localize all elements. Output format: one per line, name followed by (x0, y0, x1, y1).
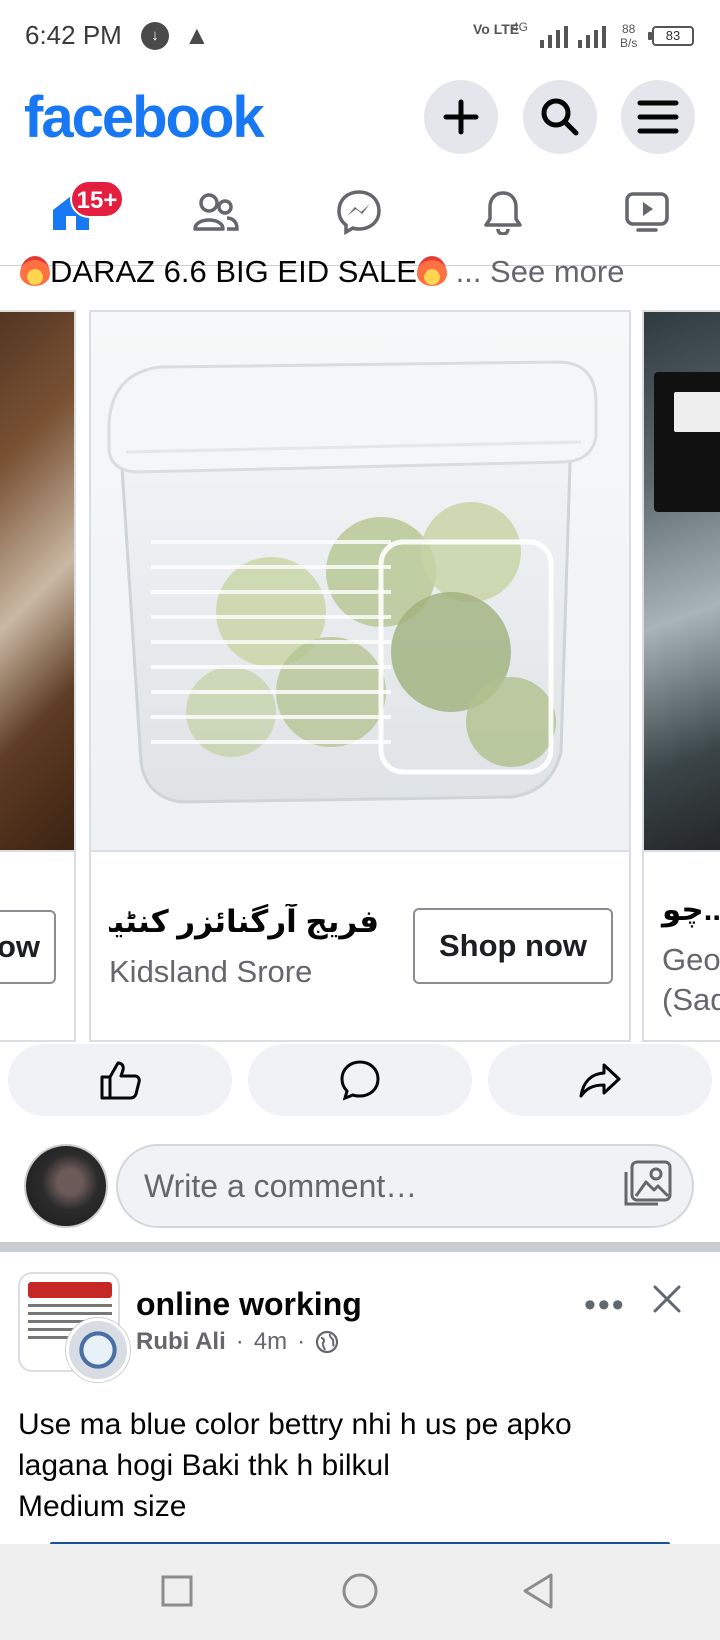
friends-icon (193, 193, 239, 231)
group-name[interactable]: online working (136, 1286, 362, 1323)
avatar[interactable] (66, 1318, 130, 1382)
fire-icon (416, 256, 447, 286)
author-name[interactable]: Rubi Ali (136, 1328, 226, 1356)
product-box-label (674, 392, 720, 432)
more-options-icon[interactable]: ••• (584, 1286, 626, 1325)
status-bar: 6:42 PM ↓ ▲ Vo LTE 4G 88 B/s 83 (0, 0, 720, 72)
video-icon (625, 192, 669, 232)
comment-icon (340, 1060, 380, 1101)
ad-post-caption: DARAZ 6.6 BIG EID SALE (50, 254, 417, 289)
signal-icon (540, 24, 606, 48)
tab-watch[interactable] (612, 182, 682, 242)
create-button[interactable] (424, 80, 498, 154)
product-title: فریج آرگنائزر کنٹین... (109, 904, 379, 939)
post-time[interactable]: 4m (254, 1328, 287, 1356)
notification-badge: 15+ (70, 180, 124, 218)
network-speed-unit: B/s (620, 36, 638, 50)
nav-bar: 15+ (0, 168, 720, 266)
home-circle-icon[interactable] (340, 1571, 380, 1611)
like-button[interactable] (8, 1044, 232, 1116)
see-more-link[interactable]: ... See more (456, 254, 625, 289)
menu-button[interactable] (621, 80, 695, 154)
post-actions (0, 1044, 720, 1120)
bell-icon (484, 191, 522, 235)
close-icon[interactable] (650, 1282, 684, 1316)
carousel-card[interactable]: چو... Geo (Sad (642, 310, 720, 1042)
facebook-logo: facebook (24, 85, 265, 150)
app-header: facebook (0, 72, 720, 168)
messenger-icon (337, 190, 381, 235)
product-store: Kidsland Srore (109, 954, 313, 989)
product-store-detail: (Sad (662, 982, 720, 1017)
product-image (91, 312, 629, 852)
status-time: 6:42 PM (25, 20, 122, 50)
tab-messenger[interactable] (324, 182, 394, 242)
shop-now-button[interactable]: ow (0, 910, 56, 984)
product-image (0, 312, 74, 852)
recents-icon[interactable] (160, 1574, 194, 1608)
avatar[interactable] (24, 1144, 108, 1228)
meta-separator: · (297, 1328, 306, 1355)
share-button[interactable] (488, 1044, 712, 1116)
download-icon: ↓ (141, 22, 169, 50)
carousel-card[interactable]: ow (0, 310, 76, 1042)
product-image (644, 312, 720, 852)
carousel-card[interactable]: فریج آرگنائزر کنٹین... Kidsland Srore Sh… (89, 310, 631, 1042)
photo-icon[interactable] (622, 1158, 674, 1210)
group-avatar-banner (28, 1282, 112, 1298)
post-meta: Rubi Ali · 4m · (136, 1328, 339, 1356)
fire-icon (20, 256, 50, 286)
container-illustration (107, 360, 598, 804)
post-body-line: lagana hogi Baki thk h bilkul (18, 1449, 390, 1482)
comment-composer: Write a comment… (0, 1138, 720, 1238)
meta-separator: · (235, 1328, 244, 1355)
globe-icon (316, 1330, 339, 1354)
plus-icon (443, 99, 479, 135)
post-body-line: Use ma blue color bettry nhi h us pe apk… (18, 1408, 572, 1441)
card-meta: چو... Geo (Sad (644, 852, 720, 1040)
battery-icon: 83 (648, 26, 694, 46)
network-speed: 88 B/s (620, 22, 637, 50)
search-icon (541, 98, 579, 136)
back-icon[interactable] (520, 1572, 556, 1610)
share-icon (579, 1063, 621, 1098)
system-navigation-bar (0, 1544, 720, 1640)
thumbs-up-icon (100, 1061, 141, 1100)
product-store: Geo (662, 942, 720, 977)
network-speed-value: 88 (621, 22, 636, 36)
comment-input[interactable]: Write a comment… (116, 1144, 694, 1228)
product-title: چو... (662, 892, 720, 927)
search-button[interactable] (523, 80, 597, 154)
post-body-line: Medium size (18, 1490, 187, 1523)
menu-icon (637, 100, 679, 134)
shop-now-label: ow (0, 929, 40, 964)
comment-button[interactable] (248, 1044, 472, 1116)
tab-notifications[interactable] (468, 182, 538, 242)
network-type-label: 4G (512, 20, 529, 34)
warning-icon: ▲ (184, 20, 210, 50)
feed-divider (0, 1242, 720, 1252)
shop-now-button[interactable]: Shop now (413, 908, 613, 984)
tab-friends[interactable] (180, 182, 250, 242)
group-post: online working Rubi Ali · 4m · ••• Use m… (0, 1252, 720, 1546)
product-carousel[interactable]: ow فریج آرگنائزر کنٹی Kidsland Srore Sho… (0, 310, 720, 1042)
post-body: Use ma blue color bettry nhi h us pe apk… (18, 1404, 708, 1527)
card-meta: فریج آرگنائزر کنٹین... Kidsland Srore Sh… (91, 852, 629, 1040)
ad-post-text: DARAZ 6.6 BIG EID SALE ... See more (20, 254, 720, 294)
card-meta: ow (0, 852, 74, 1040)
